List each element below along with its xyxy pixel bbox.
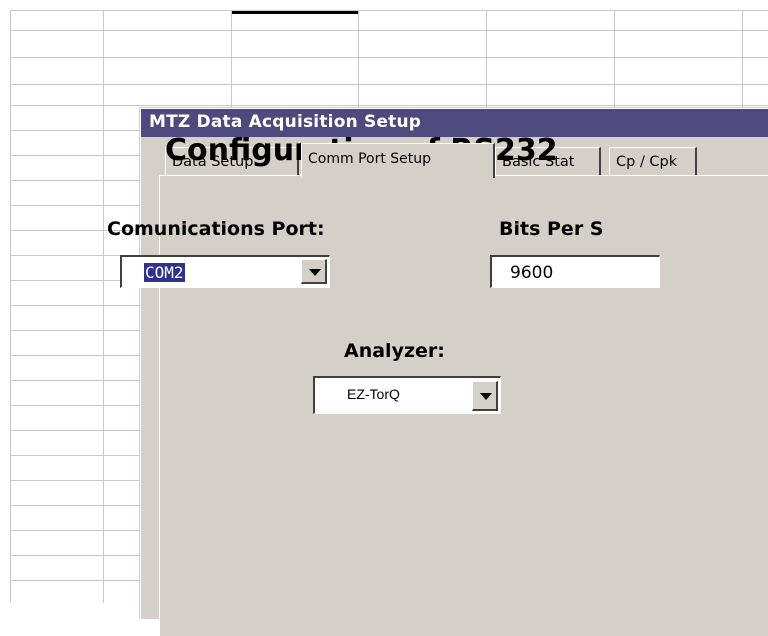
port-dropdown-button[interactable] <box>301 259 327 284</box>
bits-per-second-value: 9600 <box>510 263 554 283</box>
chevron-down-icon <box>309 269 321 276</box>
bits-per-second-label: Bits Per S <box>499 218 604 240</box>
tab-comm-port-setup[interactable]: Comm Port Setup <box>301 143 495 178</box>
bits-per-second-select[interactable]: 9600 <box>490 255 660 288</box>
grid-row-line <box>10 30 768 31</box>
active-cell-border <box>231 11 358 14</box>
port-select[interactable]: COM2 <box>120 255 330 288</box>
setup-dialog: MTZ Data Acquisition Setup Data Setup Co… <box>140 108 768 636</box>
grid-row-line <box>10 84 768 85</box>
grid-row-line <box>10 57 768 58</box>
port-select-value: COM2 <box>144 263 185 282</box>
row-header-strip <box>0 10 11 603</box>
analyzer-select-value: EZ-TorQ <box>347 386 400 402</box>
grid-row-line <box>10 105 768 106</box>
analyzer-label: Analyzer: <box>344 340 445 362</box>
chevron-down-icon <box>480 393 492 400</box>
dialog-title: MTZ Data Acquisition Setup <box>149 112 422 132</box>
port-label: Comunications Port: <box>107 218 325 240</box>
grid-column-line <box>103 10 104 603</box>
analyzer-dropdown-button[interactable] <box>472 381 498 411</box>
tab-cp-cpk[interactable]: Cp / Cpk <box>609 147 697 175</box>
analyzer-select[interactable]: EZ-TorQ <box>313 376 501 414</box>
column-header-strip <box>0 0 768 11</box>
